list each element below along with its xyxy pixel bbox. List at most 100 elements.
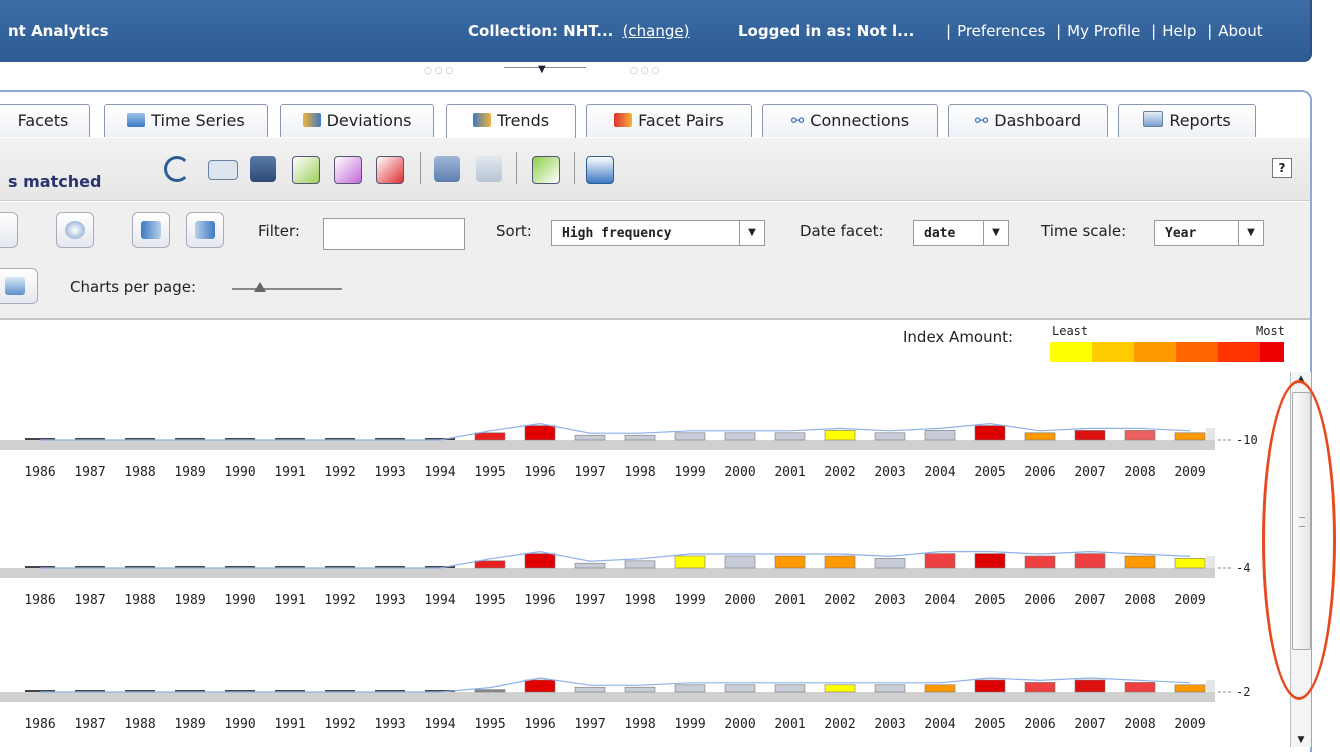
chart-bar[interactable] [524,425,556,441]
chart-bar[interactable] [474,432,506,441]
chart-bar[interactable] [574,562,606,569]
chart-bar[interactable] [624,686,656,693]
chart-bar[interactable] [524,679,556,693]
trends-icon [472,113,491,127]
time-scale-select[interactable]: Year ▼ [1154,220,1264,246]
chart-export-icon[interactable] [334,156,362,184]
chart-bar[interactable] [1124,555,1156,569]
chart-bar[interactable] [1024,682,1056,693]
tab-reports[interactable]: Reports [1118,104,1256,137]
chart-bar[interactable] [874,684,906,693]
print-icon[interactable] [376,156,404,184]
tab-dashboard[interactable]: ⚯ Dashboard [948,104,1108,137]
collection-indicator: Collection: NHT... (change) [468,22,690,40]
chart-bar[interactable] [574,434,606,441]
export-icon[interactable] [292,156,320,184]
my-profile-link[interactable]: My Profile [1067,22,1140,40]
chart-bar[interactable] [674,432,706,441]
shift-left-button[interactable] [132,212,170,248]
query-icon[interactable] [208,160,238,180]
chart-bar[interactable] [874,558,906,569]
chart-bar[interactable] [924,684,956,693]
change-collection-link[interactable]: (change) [623,22,690,40]
help-button[interactable]: ? [1272,158,1292,178]
chart-bar[interactable] [724,432,756,441]
chart-bar[interactable] [824,684,856,693]
chart-bar[interactable] [1024,432,1056,441]
chart-bar[interactable] [1124,430,1156,441]
chart-bar[interactable] [774,555,806,569]
new-window-icon[interactable] [532,156,560,184]
chart-bar[interactable] [724,555,756,569]
preferences-link[interactable]: Preferences [957,22,1045,40]
year-label: 1986 [24,717,55,732]
year-label: 2007 [1074,717,1105,732]
tab-time-series[interactable]: Time Series [104,104,268,137]
chart-bar[interactable] [874,432,906,441]
trend-chart: 1986 1987 1988 1989 1990 1991 1992 1993 1994 1995… [0,677,1250,732]
chart-bar[interactable] [824,430,856,441]
chart-baseline [0,568,1215,578]
chart-bar[interactable] [1124,682,1156,693]
sort-select[interactable]: High frequency ▼ [551,220,765,246]
zoom-button[interactable] [56,212,94,248]
chart-bar[interactable] [1074,430,1106,441]
chart-bar[interactable] [1174,684,1206,693]
chart-bar[interactable] [1174,432,1206,441]
chart-bar[interactable] [974,425,1006,441]
save-icon[interactable] [250,156,276,182]
undo-icon[interactable] [164,156,190,182]
chart-bar[interactable] [1074,553,1106,569]
year-label: 2002 [824,593,855,608]
chart-bar[interactable] [624,560,656,569]
collapse-arrow-icon[interactable]: ▼ [538,64,546,75]
slider-thumb[interactable] [254,282,266,292]
year-label: 2009 [1174,465,1205,480]
shift-right-button[interactable] [186,212,224,248]
time-series-icon [127,113,146,127]
chart-bar[interactable] [774,432,806,441]
about-link[interactable]: About [1218,22,1262,40]
forward-icon[interactable] [476,156,502,182]
chart-bar[interactable] [1074,679,1106,693]
date-facet-select[interactable]: date ▼ [913,220,1009,246]
year-label: 2004 [924,717,955,732]
tab-trends[interactable]: Trends [446,104,576,139]
chart-view-icon [5,277,25,295]
chart-bar[interactable] [1024,555,1056,569]
tab-connections[interactable]: ⚯ Connections [762,104,938,137]
year-label: 2002 [824,717,855,732]
chart-bar[interactable] [674,684,706,693]
chart-bar[interactable] [924,553,956,569]
layout-icon[interactable] [586,156,614,184]
chart-bar[interactable] [974,553,1006,569]
tab-facets[interactable]: Facets [0,104,90,137]
chart-bar[interactable] [824,555,856,569]
chart-bar[interactable] [924,430,956,441]
chart-bar[interactable] [524,553,556,569]
filter-input[interactable] [323,218,465,250]
year-label: 1986 [24,465,55,480]
chart-bar[interactable] [1174,558,1206,569]
dropdown-button[interactable] [0,212,18,248]
chart-bar[interactable] [674,555,706,569]
back-icon[interactable] [434,156,460,182]
scroll-down-arrow-icon[interactable]: ▼ [1291,733,1311,747]
axis-tick-block [1206,556,1215,568]
tab-label: Facets [17,111,69,130]
chart-bar[interactable] [474,560,506,569]
facet-pairs-icon [614,113,633,127]
chart-bar[interactable] [474,689,506,693]
panel-splitter[interactable]: ○ ○ ○ ▼ ○ ○ ○ [420,64,690,78]
chart-bar[interactable] [624,434,656,441]
chart-bar[interactable] [574,686,606,693]
toolbar: s matched ? [0,138,1310,201]
tab-facet-pairs[interactable]: Facet Pairs [586,104,752,137]
charts-per-page-slider[interactable] [232,288,342,290]
chart-bar[interactable] [724,684,756,693]
chart-bar[interactable] [774,684,806,693]
tab-deviations[interactable]: Deviations [280,104,434,137]
chart-bar[interactable] [974,679,1006,693]
help-link[interactable]: Help [1162,22,1196,40]
chart-view-button[interactable] [0,268,38,304]
